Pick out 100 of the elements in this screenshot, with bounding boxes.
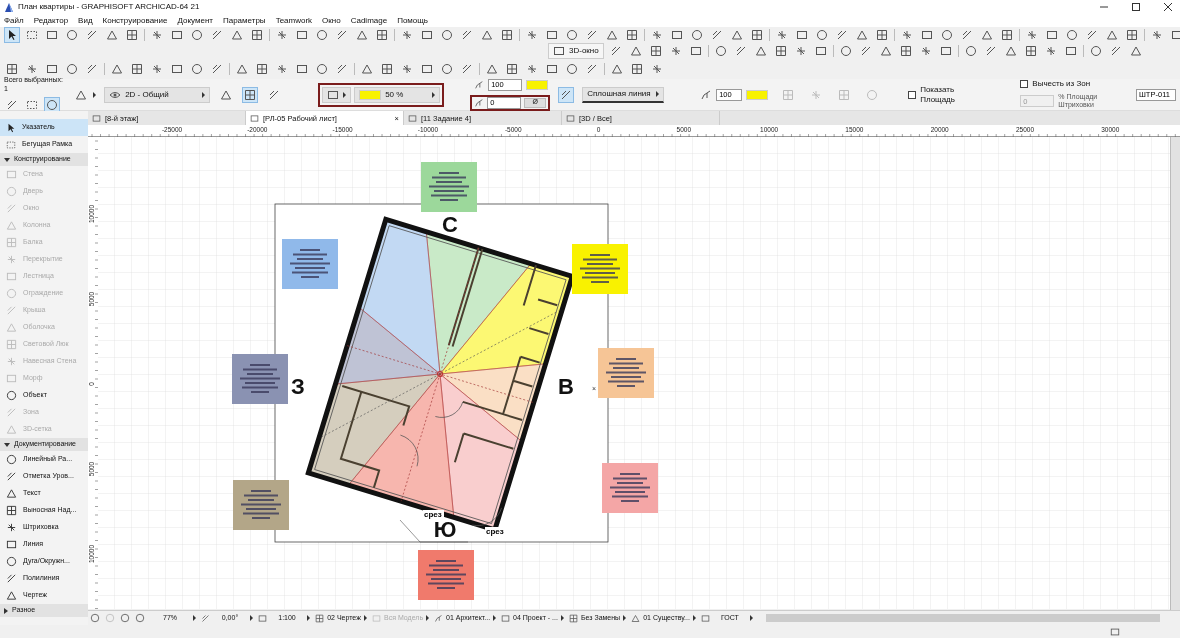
grid-icon[interactable] [1024, 45, 1037, 57]
rectangle-icon[interactable] [814, 45, 827, 57]
checkbox[interactable] [1020, 80, 1029, 89]
triangle-icon[interactable] [481, 29, 493, 41]
slash-icon[interactable] [560, 88, 573, 101]
marquee-icon[interactable] [26, 98, 38, 111]
grid-icon[interactable] [381, 63, 393, 75]
cross-icon[interactable] [669, 45, 682, 57]
grid-icon[interactable] [876, 29, 888, 41]
menu-item[interactable]: Файл [4, 15, 24, 26]
menu-item[interactable]: Вид [78, 15, 93, 26]
cross-icon[interactable] [526, 63, 538, 75]
cross-icon[interactable] [151, 29, 163, 41]
grid-icon[interactable] [376, 29, 388, 41]
circle-icon[interactable] [66, 29, 78, 41]
rectangle-icon[interactable] [1064, 45, 1077, 57]
cross-icon[interactable] [776, 29, 788, 41]
rectangle-icon[interactable] [921, 29, 933, 41]
slash-icon[interactable] [268, 88, 281, 101]
circle-icon[interactable] [66, 63, 78, 75]
grid-icon[interactable] [1001, 29, 1013, 41]
cross-icon[interactable] [151, 63, 163, 75]
circle-icon[interactable] [441, 63, 453, 75]
grid-icon[interactable] [506, 63, 518, 75]
triangle-icon[interactable] [606, 29, 618, 41]
triangle-icon[interactable] [731, 29, 743, 41]
rectangle-icon[interactable] [46, 63, 58, 75]
triangle-icon[interactable] [1129, 45, 1142, 57]
circle-icon[interactable] [941, 29, 953, 41]
slash-icon[interactable] [86, 63, 98, 75]
vertical-scrollbar[interactable] [1170, 137, 1180, 610]
circle-icon[interactable] [191, 29, 203, 41]
rectangle-icon[interactable] [689, 45, 702, 57]
layer-dropdown[interactable]: 2D - Общий [104, 86, 211, 103]
grid-icon[interactable] [631, 63, 643, 75]
rectangle-icon[interactable] [421, 63, 433, 75]
cross-icon[interactable] [401, 29, 413, 41]
circle-icon[interactable] [441, 29, 453, 41]
menu-item[interactable]: Параметры [222, 15, 266, 26]
color-swatch[interactable] [746, 89, 769, 100]
cross-icon[interactable] [651, 63, 663, 75]
triangle-icon[interactable] [361, 63, 373, 75]
slash-icon[interactable] [6, 98, 18, 111]
triangle-icon[interactable] [1106, 29, 1118, 41]
grid-icon[interactable] [774, 45, 787, 57]
slash-icon[interactable] [859, 45, 872, 57]
slash-icon[interactable] [961, 29, 973, 41]
rectangle-icon[interactable] [296, 29, 308, 41]
rectangle-icon[interactable] [46, 29, 58, 41]
line-type-dropdown[interactable]: Сплошная линия [582, 86, 665, 103]
circle-icon[interactable] [816, 29, 828, 41]
maximize-icon[interactable] [1132, 3, 1140, 11]
circle-icon[interactable] [191, 63, 203, 75]
grid-icon[interactable] [626, 29, 638, 41]
circle-icon[interactable] [46, 98, 58, 111]
slash-icon[interactable] [1109, 45, 1122, 57]
triangle-icon[interactable] [629, 45, 642, 57]
color-swatch[interactable] [526, 79, 549, 90]
slash-icon[interactable] [86, 29, 98, 41]
menu-item[interactable]: Teamwork [275, 15, 313, 26]
slash-icon[interactable] [1086, 29, 1098, 41]
triangle-icon[interactable] [106, 29, 118, 41]
grid-icon[interactable] [1126, 29, 1138, 41]
rectangle-icon[interactable] [939, 45, 952, 57]
rectangle-icon[interactable] [1046, 29, 1058, 41]
menu-item[interactable]: Помощь [397, 15, 429, 26]
triangle-icon[interactable] [611, 63, 623, 75]
slash-icon[interactable] [586, 63, 598, 75]
grid-icon[interactable] [899, 45, 912, 57]
circle-icon[interactable] [566, 29, 578, 41]
grid-icon[interactable] [501, 29, 513, 41]
circle-icon[interactable] [691, 29, 703, 41]
slash-icon[interactable] [336, 29, 348, 41]
triangle-icon[interactable] [236, 63, 248, 75]
triangle-icon[interactable] [486, 63, 498, 75]
grid-icon[interactable] [126, 29, 138, 41]
triangle-icon[interactable] [356, 29, 368, 41]
menu-item[interactable]: Окно [322, 15, 341, 26]
menu-item[interactable]: Редактор [33, 15, 69, 26]
marquee-icon[interactable] [26, 29, 38, 41]
slash-icon[interactable] [211, 63, 223, 75]
3d-window-button[interactable]: 3D-окно [548, 43, 604, 59]
triangle-icon[interactable] [231, 29, 243, 41]
triangle-icon[interactable] [1004, 45, 1017, 57]
cross-icon[interactable] [1044, 45, 1057, 57]
grid-icon[interactable] [251, 29, 263, 41]
grid-icon[interactable] [6, 63, 18, 75]
slash-icon[interactable] [711, 29, 723, 41]
triangle-icon[interactable] [754, 45, 767, 57]
rectangle-icon[interactable] [421, 29, 433, 41]
rectangle-icon[interactable] [546, 29, 558, 41]
cross-icon[interactable] [401, 63, 413, 75]
grid-icon[interactable] [131, 63, 143, 75]
grid-icon[interactable] [244, 88, 257, 101]
grid-icon[interactable] [649, 45, 662, 57]
slash-icon[interactable] [461, 63, 473, 75]
fill-dropdown[interactable]: 50 % [354, 86, 441, 103]
cross-icon[interactable] [26, 63, 38, 75]
cross-icon[interactable] [526, 29, 538, 41]
slash-icon[interactable] [211, 29, 223, 41]
